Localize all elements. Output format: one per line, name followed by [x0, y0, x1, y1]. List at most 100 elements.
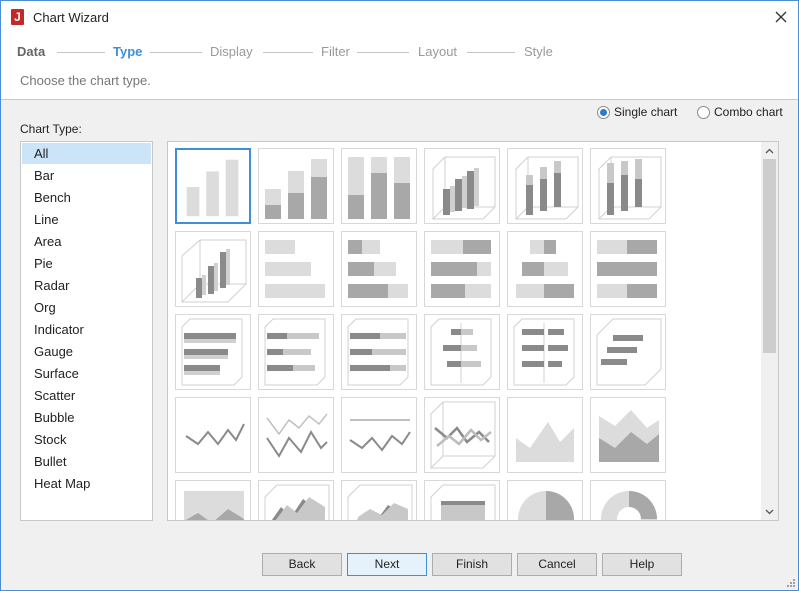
- thumb-stacked-column[interactable]: [258, 148, 334, 224]
- thumb-donut[interactable]: [590, 480, 666, 520]
- step-divider: [57, 52, 105, 53]
- chart-type-item-line[interactable]: Line: [22, 209, 151, 230]
- 3d-column-icon: [432, 156, 496, 220]
- stacked-area-chart-icon: [599, 410, 659, 462]
- thumb-3d-stacked-bar[interactable]: [258, 314, 334, 390]
- combo-chart-radio[interactable]: Combo chart: [697, 105, 783, 119]
- thumb-multi-line[interactable]: [258, 397, 334, 473]
- thumb-line[interactable]: [175, 397, 251, 473]
- thumb-split-bar[interactable]: [590, 231, 666, 307]
- scroll-up-button[interactable]: [761, 142, 778, 159]
- 3d-percent-column-icon: [598, 156, 662, 220]
- chart-type-item-area[interactable]: Area: [22, 231, 151, 252]
- cancel-button[interactable]: Cancel: [517, 553, 597, 576]
- step-type[interactable]: Type: [113, 44, 142, 59]
- chart-thumbnail-gallery: [167, 141, 779, 521]
- chart-type-item-org[interactable]: Org: [22, 297, 151, 318]
- thumb-3d-split-bar[interactable]: [507, 314, 583, 390]
- resize-grip-icon[interactable]: [786, 578, 796, 588]
- thumb-3d-column[interactable]: [424, 148, 500, 224]
- chart-type-item-scatter[interactable]: Scatter: [22, 385, 151, 406]
- thumb-clustered-bar[interactable]: [258, 231, 334, 307]
- help-button[interactable]: Help: [602, 553, 682, 576]
- 3d-clustered-bar-icon: [181, 318, 243, 386]
- 3d-percent-area-chart-icon: [430, 484, 496, 520]
- chart-type-item-gauge[interactable]: Gauge: [22, 341, 151, 362]
- thumb-bidirectional-bar[interactable]: [507, 231, 583, 307]
- thumb-3d-clustered-bar[interactable]: [175, 314, 251, 390]
- thumb-3d-stacked-area[interactable]: [341, 480, 417, 520]
- chart-type-item-bullet[interactable]: Bullet: [22, 451, 151, 472]
- step-divider: [467, 52, 515, 53]
- 3d-line-chart-icon: [430, 401, 496, 469]
- thumb-stacked-area[interactable]: [590, 397, 666, 473]
- single-chart-radio[interactable]: Single chart: [597, 105, 677, 119]
- combo-chart-label: Combo chart: [714, 105, 783, 119]
- thumb-pie[interactable]: [507, 480, 583, 520]
- thumb-3d-percent-area[interactable]: [424, 480, 500, 520]
- chevron-down-icon: [765, 509, 774, 514]
- donut-chart-icon: [601, 491, 657, 520]
- chart-type-item-all[interactable]: All: [22, 143, 151, 164]
- thumb-area[interactable]: [507, 397, 583, 473]
- thumb-line-with-target[interactable]: [341, 397, 417, 473]
- thumb-3d-bidirectional-bar[interactable]: [424, 314, 500, 390]
- thumb-percent-column[interactable]: [341, 148, 417, 224]
- close-button[interactable]: [768, 5, 794, 29]
- step-filter[interactable]: Filter: [321, 44, 350, 59]
- step-divider: [263, 52, 313, 53]
- step-display[interactable]: Display: [210, 44, 253, 59]
- next-button[interactable]: Next: [347, 553, 427, 576]
- single-chart-label: Single chart: [614, 105, 678, 119]
- step-divider: [150, 52, 202, 53]
- close-icon: [775, 11, 787, 23]
- thumb-3d-area[interactable]: [258, 480, 334, 520]
- chart-type-item-surface[interactable]: Surface: [22, 363, 151, 384]
- thumb-percent-bar[interactable]: [424, 231, 500, 307]
- scroll-down-button[interactable]: [761, 503, 778, 520]
- chart-type-item-indicator[interactable]: Indicator: [22, 319, 151, 340]
- chart-type-item-bench[interactable]: Bench: [22, 187, 151, 208]
- chart-type-item-stock[interactable]: Stock: [22, 429, 151, 450]
- split-bar-icon: [597, 240, 657, 298]
- clustered-column-icon: [186, 159, 239, 217]
- radio-indicator: [597, 105, 610, 119]
- percent-bar-icon: [431, 240, 491, 298]
- thumb-3d-stacked-column[interactable]: [507, 148, 583, 224]
- chart-type-item-heat-map[interactable]: Heat Map: [22, 473, 151, 494]
- thumb-clustered-column[interactable]: [175, 148, 251, 224]
- chevron-up-icon: [765, 148, 774, 153]
- title-bar: J Chart Wizard: [1, 1, 798, 33]
- thumb-3d-deep-column[interactable]: [175, 231, 251, 307]
- wizard-header: Data Type Display Filter Layout Style Ch…: [1, 33, 798, 100]
- thumb-3d-percent-bar[interactable]: [341, 314, 417, 390]
- chart-wizard-dialog: J Chart Wizard Data Type Display Filter …: [0, 0, 799, 591]
- back-button[interactable]: Back: [262, 553, 342, 576]
- step-data[interactable]: Data: [17, 44, 45, 59]
- step-style[interactable]: Style: [524, 44, 553, 59]
- chart-type-item-bar[interactable]: Bar: [22, 165, 151, 186]
- gallery-scrollbar[interactable]: [761, 142, 778, 520]
- window-title: Chart Wizard: [33, 10, 109, 25]
- thumb-stacked-bar[interactable]: [341, 231, 417, 307]
- thumb-3d-deep-bar[interactable]: [590, 314, 666, 390]
- finish-button[interactable]: Finish: [432, 553, 512, 576]
- chart-type-item-pie[interactable]: Pie: [22, 253, 151, 274]
- 3d-stacked-area-chart-icon: [347, 484, 413, 520]
- thumb-3d-line[interactable]: [424, 397, 500, 473]
- 3d-stacked-bar-icon: [264, 318, 326, 386]
- stacked-bar-icon: [348, 240, 408, 298]
- line-chart-icon: [185, 423, 245, 446]
- chart-type-label: Chart Type:: [20, 122, 82, 136]
- chart-type-item-bubble[interactable]: Bubble: [22, 407, 151, 428]
- thumb-3d-percent-column[interactable]: [590, 148, 666, 224]
- stacked-column-icon: [265, 159, 327, 219]
- 3d-percent-bar-icon: [347, 318, 409, 386]
- bidirectional-bar-icon: [516, 240, 574, 298]
- scroll-thumb[interactable]: [763, 159, 776, 353]
- step-layout[interactable]: Layout: [418, 44, 457, 59]
- chart-type-item-radar[interactable]: Radar: [22, 275, 151, 296]
- chart-type-list[interactable]: All Bar Bench Line Area Pie Radar Org In…: [20, 141, 153, 521]
- thumb-percent-area[interactable]: [175, 480, 251, 520]
- step-hint: Choose the chart type.: [20, 73, 151, 88]
